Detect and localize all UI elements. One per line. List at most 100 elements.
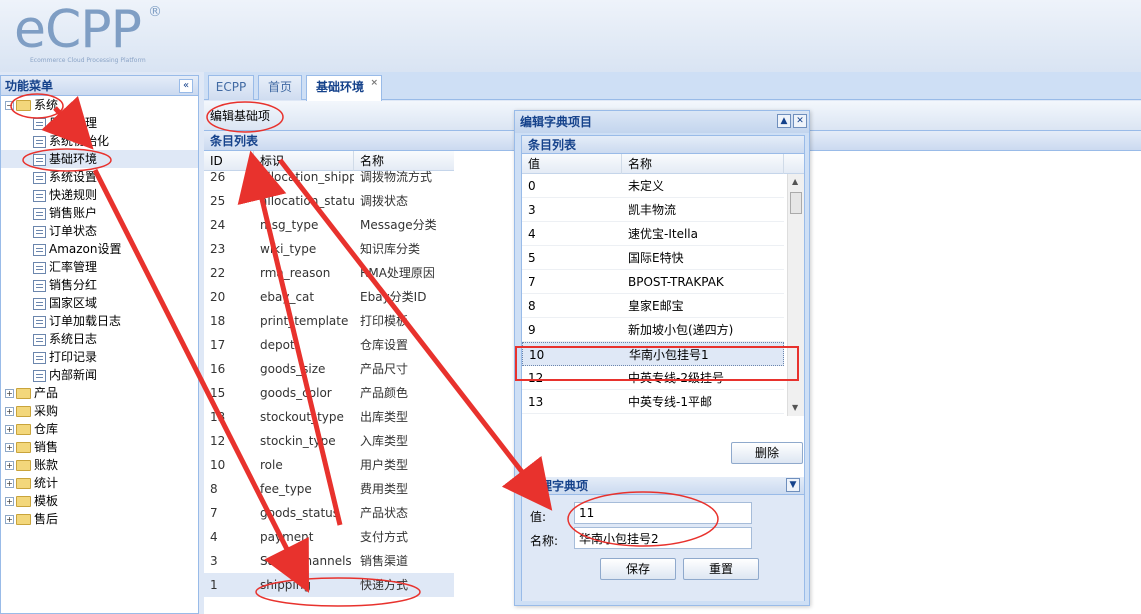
vertical-scrollbar[interactable]: ▲ ▼: [787, 174, 804, 416]
scroll-down-icon[interactable]: ▼: [792, 403, 798, 412]
sidebar-item-0[interactable]: 用户管理: [1, 114, 198, 132]
column-header-value[interactable]: 值: [522, 154, 622, 174]
cell-key: stockin_type: [260, 434, 336, 448]
cell-name: 出库类型: [360, 410, 409, 424]
tab-home[interactable]: 首页: [258, 75, 302, 100]
list-item[interactable]: 10 华南小包挂号1: [522, 342, 784, 366]
sidebar-item-5[interactable]: 销售账户: [1, 204, 198, 222]
collapse-up-icon[interactable]: ▲: [777, 114, 791, 128]
cell-key: print_template: [260, 314, 349, 328]
table-row[interactable]: 3 Sales_channels 销售渠道: [204, 549, 454, 573]
dictionary-list-title: 条目列表: [522, 136, 804, 154]
plus-icon[interactable]: +: [5, 425, 14, 434]
list-item[interactable]: 9 新加坡小包(递四方): [522, 318, 784, 342]
tree-node-0[interactable]: + 产品: [1, 384, 198, 402]
list-item[interactable]: 0 未定义: [522, 174, 784, 198]
sidebar-item-14[interactable]: 内部新闻: [1, 366, 198, 384]
reset-button[interactable]: 重置: [683, 558, 759, 580]
value-input[interactable]: [574, 502, 752, 524]
cell-key: Sales_channels: [260, 554, 352, 568]
name-input[interactable]: [574, 527, 752, 549]
edit-basic-item-button[interactable]: 编辑基础项: [210, 109, 270, 123]
table-row[interactable]: 25 allocation_status 调拨状态: [204, 189, 454, 213]
list-item[interactable]: 4 速优宝-Itella: [522, 222, 784, 246]
plus-icon[interactable]: +: [5, 389, 14, 398]
page-icon: [33, 333, 46, 346]
list-item[interactable]: 5 国际E特快: [522, 246, 784, 270]
sidebar-item-6[interactable]: 订单状态: [1, 222, 198, 240]
close-icon[interactable]: ×: [370, 78, 378, 88]
plus-icon[interactable]: +: [5, 497, 14, 506]
table-row[interactable]: 12 stockin_type 入库类型: [204, 429, 454, 453]
chevron-down-icon[interactable]: ▼: [786, 478, 800, 492]
table-row[interactable]: 4 payment 支付方式: [204, 525, 454, 549]
delete-button[interactable]: 删除: [731, 442, 803, 464]
table-row[interactable]: 10 role 用户类型: [204, 453, 454, 477]
list-item[interactable]: 13 中英专线-1平邮: [522, 390, 784, 414]
cell-id: 15: [210, 386, 226, 400]
cell-name: 皇家E邮宝: [628, 299, 684, 313]
page-icon: [33, 171, 46, 184]
tree-node-7[interactable]: + 售后: [1, 510, 198, 528]
cell-key: stockout_type: [260, 410, 344, 424]
cell-key: msg_type: [260, 218, 319, 232]
table-row[interactable]: 23 wiki_type 知识库分类: [204, 237, 454, 261]
logo: eCPP ® Ecommerce Cloud Processing Platfo…: [14, 2, 162, 64]
folder-icon: [16, 496, 31, 507]
plus-icon[interactable]: +: [5, 479, 14, 488]
table-row[interactable]: 1 shipping 快递方式: [204, 573, 454, 597]
list-item[interactable]: 12 中英专线-2级挂号: [522, 366, 784, 390]
table-row[interactable]: 22 rma_reason RMA处理原因: [204, 261, 454, 285]
cell-value: 4: [528, 227, 536, 241]
column-header-name[interactable]: 名称: [622, 154, 784, 174]
logo-registered-mark: ®: [148, 4, 162, 20]
sidebar-item-7[interactable]: Amazon设置: [1, 240, 198, 258]
table-row[interactable]: 16 goods_size 产品尺寸: [204, 357, 454, 381]
list-item[interactable]: 3 凯丰物流: [522, 198, 784, 222]
sidebar-item-13[interactable]: 打印记录: [1, 348, 198, 366]
sidebar-item-1[interactable]: 系统初始化: [1, 132, 198, 150]
sidebar-item-2[interactable]: 基础环境: [1, 150, 198, 168]
sidebar-item-10[interactable]: 国家区域: [1, 294, 198, 312]
table-row[interactable]: 15 goods_color 产品颜色: [204, 381, 454, 405]
list-item[interactable]: 8 皇家E邮宝: [522, 294, 784, 318]
sidebar-item-12[interactable]: 系统日志: [1, 330, 198, 348]
collapse-menu-button[interactable]: «: [179, 79, 193, 93]
sidebar-item-9[interactable]: 销售分红: [1, 276, 198, 294]
plus-icon[interactable]: +: [5, 407, 14, 416]
minus-icon[interactable]: −: [5, 101, 14, 110]
tab-ecpp[interactable]: ECPP: [208, 75, 254, 100]
tree-node-5[interactable]: + 统计: [1, 474, 198, 492]
table-row[interactable]: 26 allocation_shipping 调拨物流方式: [204, 165, 454, 189]
table-row[interactable]: 18 print_template 打印模板: [204, 309, 454, 333]
plus-icon[interactable]: +: [5, 443, 14, 452]
plus-icon[interactable]: +: [5, 515, 14, 524]
cell-key: depot: [260, 338, 295, 352]
scroll-up-icon[interactable]: ▲: [792, 177, 798, 186]
dictionary-list-body: 0 未定义 3 凯丰物流 4 速优宝-Itella 5 国际E特快 7 BPOST-TRAKPAK…: [522, 174, 804, 416]
save-button[interactable]: 保存: [600, 558, 676, 580]
tree-node-6[interactable]: + 模板: [1, 492, 198, 510]
tree-node-3[interactable]: + 销售: [1, 438, 198, 456]
table-row[interactable]: 7 goods_status 产品状态: [204, 501, 454, 525]
table-row[interactable]: 17 depot 仓库设置: [204, 333, 454, 357]
close-icon[interactable]: ✕: [793, 114, 807, 128]
cell-id: 12: [210, 434, 226, 448]
sidebar-item-11[interactable]: 订单加载日志: [1, 312, 198, 330]
table-row[interactable]: 8 fee_type 费用类型: [204, 477, 454, 501]
table-row[interactable]: 20 ebay_cat Ebay分类ID: [204, 285, 454, 309]
cell-name: 知识库分类: [360, 242, 421, 256]
tree-node-1[interactable]: + 采购: [1, 402, 198, 420]
plus-icon[interactable]: +: [5, 461, 14, 470]
table-row[interactable]: 13 stockout_type 出库类型: [204, 405, 454, 429]
tab-basic-environment[interactable]: 基础环境 ×: [306, 75, 382, 101]
tree-node-4[interactable]: + 账款: [1, 456, 198, 474]
sidebar-item-3[interactable]: 系统设置: [1, 168, 198, 186]
tree-node-2[interactable]: + 仓库: [1, 420, 198, 438]
table-row[interactable]: 24 msg_type Message分类: [204, 213, 454, 237]
sidebar-item-4[interactable]: 快递规则: [1, 186, 198, 204]
list-item[interactable]: 7 BPOST-TRAKPAK: [522, 270, 784, 294]
tree-node-system[interactable]: − 系统: [1, 96, 198, 114]
sidebar-item-8[interactable]: 汇率管理: [1, 258, 198, 276]
scroll-thumb[interactable]: [790, 192, 802, 214]
